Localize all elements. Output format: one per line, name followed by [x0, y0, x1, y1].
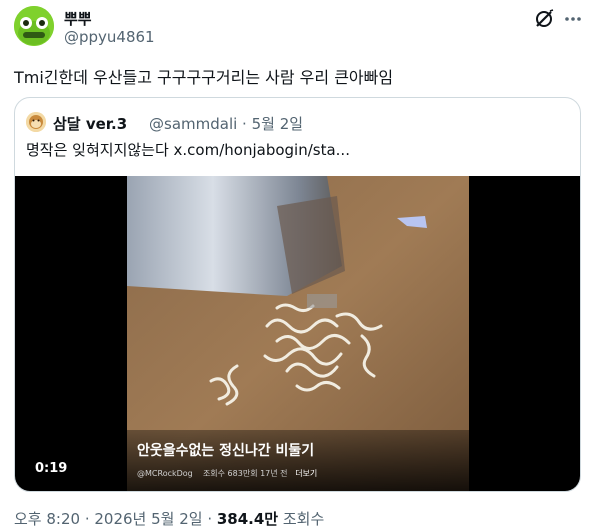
avatar[interactable]	[14, 6, 54, 46]
quoted-tweet[interactable]: 삼달 ver.3 @sammdali · 5월 2일 명작은 잊혀지지않는다 x…	[14, 97, 581, 492]
video-stats: 조회수 683만회 17년 전	[202, 469, 288, 478]
quoted-author-name[interactable]: 삼달 ver.3	[53, 113, 127, 134]
tweet-timestamp[interactable]: 오후 8:20 · 2026년 5월 2일 ·	[14, 510, 217, 527]
view-count: 384.4만	[216, 510, 279, 527]
quoted-author-meta[interactable]: @sammdali · 5월 2일	[149, 113, 303, 134]
video-title: 안웃을수없는 정신나간 비둘기	[137, 443, 315, 459]
video-info-overlay: 안웃을수없는 정신나간 비둘기 @MCRockDog 조회수 683만회 17년…	[127, 430, 469, 491]
more-icon[interactable]	[562, 8, 584, 30]
author-handle[interactable]: @ppyu4861	[64, 28, 155, 46]
video-more-link[interactable]: 더보기	[295, 469, 317, 478]
monkey-avatar-icon	[26, 112, 46, 132]
tweet-text: Tmi긴한데 우산들고 구구구구거리는 사람 우리 큰아빠임	[14, 68, 394, 87]
view-label: 조회수	[278, 510, 325, 527]
video-player[interactable]: 안웃을수없는 정신나간 비둘기 @MCRockDog 조회수 683만회 17년…	[15, 176, 580, 491]
tweet-footer: 오후 8:20 · 2026년 5월 2일 · 384.4만 조회수	[14, 508, 324, 527]
video-meta: @MCRockDog 조회수 683만회 17년 전 더보기	[137, 468, 317, 479]
video-channel: @MCRockDog	[137, 469, 193, 478]
video-duration: 0:19	[35, 461, 68, 476]
quoted-tweet-text: 명작은 잊혀지지않는다 x.com/honjabogin/sta...	[26, 141, 350, 159]
grok-icon[interactable]	[533, 8, 555, 30]
author-display-name[interactable]: 뿌뿌	[64, 8, 92, 29]
quoted-author-avatar[interactable]	[26, 112, 46, 132]
tweet-header: 뿌뿌 @ppyu4861	[14, 6, 581, 48]
frog-avatar-icon	[14, 6, 54, 46]
